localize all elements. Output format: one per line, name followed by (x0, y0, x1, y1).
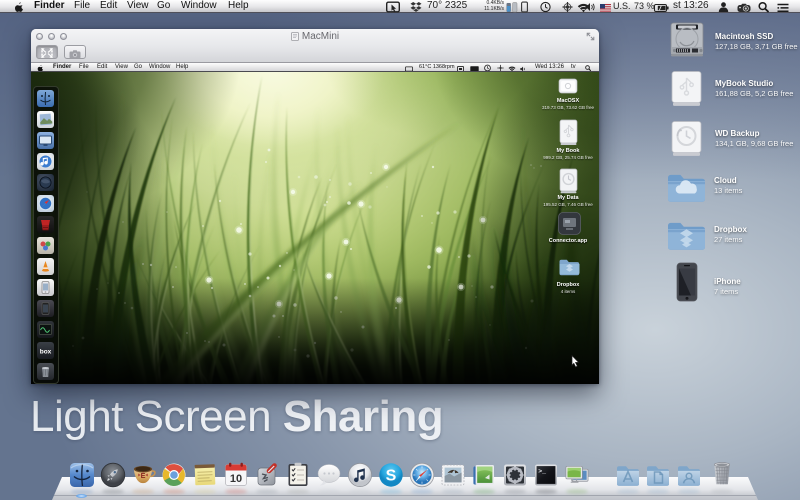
svg-text:box: box (40, 349, 52, 356)
svg-text:É: É (141, 471, 146, 480)
svg-text:>_: >_ (538, 468, 546, 475)
svg-text:S: S (386, 468, 397, 485)
svg-text:10: 10 (230, 473, 242, 485)
